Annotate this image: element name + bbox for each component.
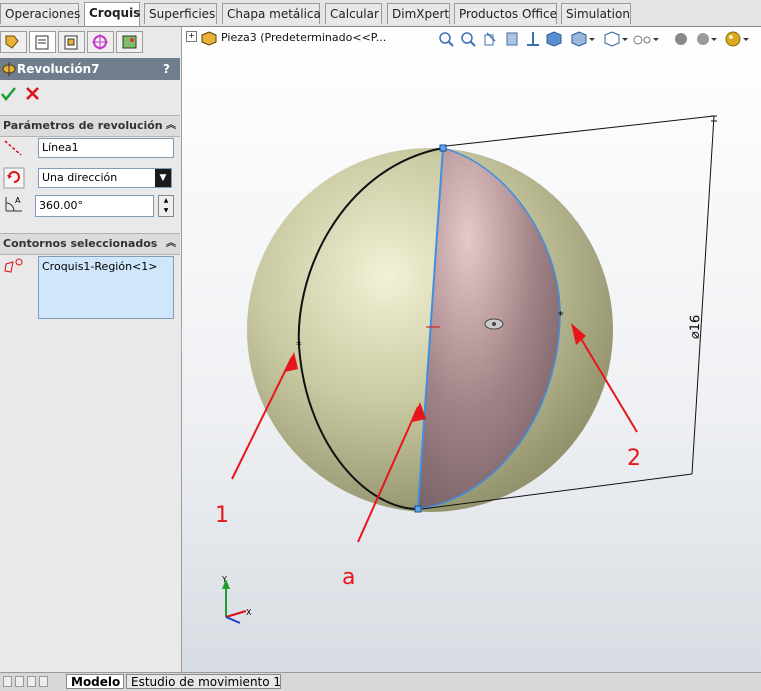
graphics-area[interactable]: + Pieza3 (Predeterminado<<P... * * ⌀16 1… [182,27,761,672]
angle-field[interactable]: 360.00° [35,195,154,217]
cancel-x-icon[interactable] [25,86,41,102]
contours-section: Contornos seleccionados ︽ [0,233,180,255]
direction-reverse-icon[interactable] [3,167,25,189]
annotation-label-2: 2 [627,446,641,471]
display-icon [122,35,137,49]
tab-operaciones[interactable]: Operaciones [0,3,80,24]
tab-productos-office[interactable]: Productos Office [454,3,557,24]
list-item[interactable]: Croquis1-Región<1> [42,260,170,273]
revolution-params-title: Parámetros de revolución [3,119,163,132]
revolution-params-header[interactable]: Parámetros de revolución ︽ [0,115,180,137]
property-icon [35,35,49,50]
endpoint-handle[interactable] [414,505,422,513]
configuration-manager-tab[interactable] [58,31,85,53]
configuration-icon [64,35,78,50]
property-manager-tab[interactable] [29,31,56,53]
feature-tree-icon [5,35,19,49]
diameter-dimension[interactable]: ⌀16 [688,314,704,339]
chevron-down-icon[interactable]: ▼ [155,169,171,187]
svg-text:X: X [246,608,252,617]
feature-title-bar: Revolución7 ? [0,58,180,80]
collapse-chevron-icon[interactable]: ︽ [166,116,176,136]
svg-text:Y: Y [221,575,227,584]
point-marker: * [296,339,302,352]
next-tab-arrow[interactable] [27,676,36,687]
tab-superficies[interactable]: Superficies [144,3,217,24]
bottom-tab-bar: Modelo Estudio de movimiento 1 [0,672,761,691]
collapse-chevron-icon[interactable]: ︽ [166,234,176,254]
help-button[interactable]: ? [163,58,170,80]
dimension-extension-line [445,115,715,147]
point-marker: * [558,309,564,322]
feature-title: Revolución7 [17,62,100,76]
angle-spinner[interactable]: ▲ ▼ [158,195,174,217]
rotate-cursor-icon [484,318,504,330]
property-manager: Revolución7 ? Parámetros de revolución ︽… [0,27,182,672]
tab-chapa-metalica[interactable]: Chapa metálica [222,3,321,24]
revolution-params-section: Parámetros de revolución ︽ [0,115,180,137]
annotation-label-a: a [342,565,355,590]
direction-select[interactable]: Una dirección ▼ [38,168,172,188]
feature-manager-tab[interactable] [0,31,27,53]
tab-calcular[interactable]: Calcular [325,3,382,24]
model-canvas: * * ⌀16 1 a 2 Y X [215,115,717,624]
dimxpert-manager-tab[interactable] [87,31,114,53]
display-manager-tab[interactable] [116,31,143,53]
dimension-line[interactable] [691,115,715,475]
annotation-label-1: 1 [215,503,229,528]
first-tab-arrow[interactable] [3,676,12,687]
manager-tabs [0,31,181,55]
angle-icon: A [5,196,22,212]
ok-cancel-row [0,84,180,104]
tab-croquis[interactable]: Croquis [84,2,140,26]
svg-text:A: A [15,196,21,205]
tab-estudio-movimiento[interactable]: Estudio de movimiento 1 [126,674,281,689]
contour-icon [4,258,23,273]
crosshair-icon [92,34,108,50]
axis-line-icon [4,140,22,156]
command-manager-tabs: Operaciones Croquis Superficies Chapa me… [0,0,761,27]
prev-tab-arrow[interactable] [15,676,24,687]
last-tab-arrow[interactable] [39,676,48,687]
endpoint-handle[interactable] [439,144,447,152]
tab-simulation[interactable]: Simulation [561,3,631,24]
contours-header[interactable]: Contornos seleccionados ︽ [0,233,180,255]
contours-list[interactable]: Croquis1-Región<1> [38,256,174,319]
contours-title: Contornos seleccionados [3,237,158,250]
tab-dimxpert[interactable]: DimXpert [387,3,450,24]
reference-triad: Y X [221,575,252,624]
direction-value: Una dirección [42,171,118,184]
ok-check-icon[interactable] [0,85,18,103]
tab-modelo[interactable]: Modelo [66,674,124,689]
axis-field[interactable]: Línea1 [38,138,174,158]
